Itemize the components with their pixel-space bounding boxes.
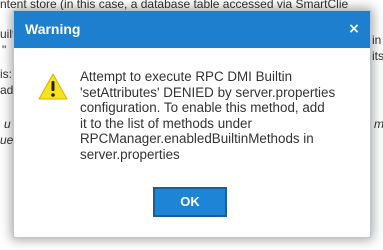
message-line: 'setAttributes' DENIED by server.propert… [80,84,336,100]
message-line: it to the list of methods under [80,115,252,131]
message-line: RPCManager.enabledBuiltinMethods in [80,131,314,147]
warning-triangle-icon [38,73,68,100]
ok-button[interactable]: OK [153,187,227,217]
dialog-title: Warning [25,21,81,37]
dialog-titlebar: Warning × [14,11,370,48]
message-line: Attempt to execute RPC DMI Builtin [80,69,293,84]
message-line: server.properties [80,146,180,162]
warning-dialog: Warning × Attempt to execute RPC DMI Bui… [13,10,371,238]
dialog-message: Attempt to execute RPC DMI Builtin 'setA… [80,69,365,163]
page: ntent store (in this case, a database ta… [0,0,383,250]
message-line: configuration. To enable this method, ad… [80,100,325,116]
close-button[interactable]: × [346,20,362,38]
